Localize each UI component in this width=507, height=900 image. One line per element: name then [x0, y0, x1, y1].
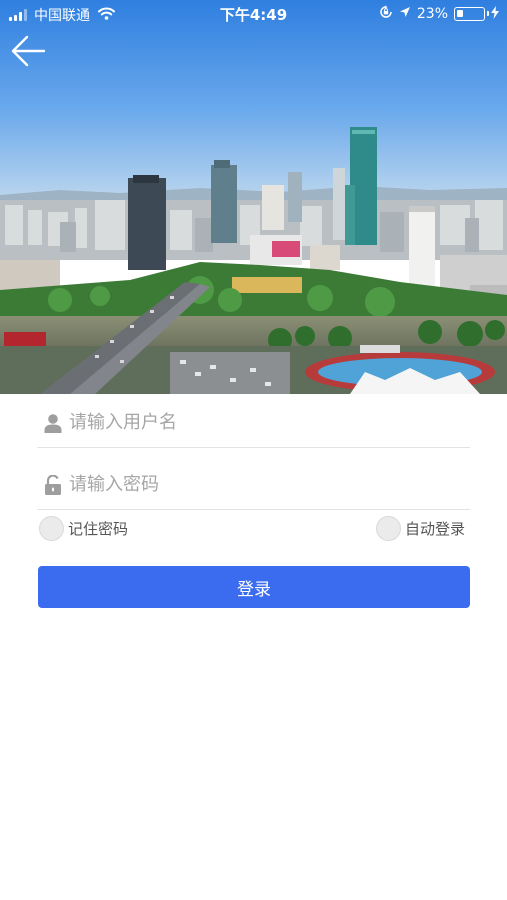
hero-city-image [0, 0, 507, 394]
charging-icon [491, 5, 499, 23]
remember-password-checkbox[interactable]: 记住密码 [39, 513, 128, 543]
auto-login-checkbox[interactable]: 自动登录 [376, 513, 465, 543]
remember-password-radio[interactable] [39, 515, 64, 541]
password-field [37, 460, 470, 510]
battery-icon [454, 7, 489, 21]
arrow-left-icon [11, 35, 46, 67]
back-button[interactable] [10, 34, 50, 70]
auto-login-radio[interactable] [376, 515, 401, 541]
remember-password-label: 记住密码 [68, 519, 129, 538]
username-field [37, 398, 470, 448]
status-bar: 中国联通 下午4:49 23% [0, 0, 507, 28]
location-icon [399, 6, 411, 22]
login-button[interactable]: 登录 [38, 566, 470, 608]
password-input[interactable] [69, 474, 449, 495]
auto-login-label: 自动登录 [405, 519, 466, 538]
unlock-icon [37, 474, 69, 495]
username-input[interactable] [69, 412, 449, 433]
rotation-lock-icon [379, 5, 393, 23]
user-icon [37, 413, 69, 433]
battery-percent: 23% [416, 6, 448, 22]
